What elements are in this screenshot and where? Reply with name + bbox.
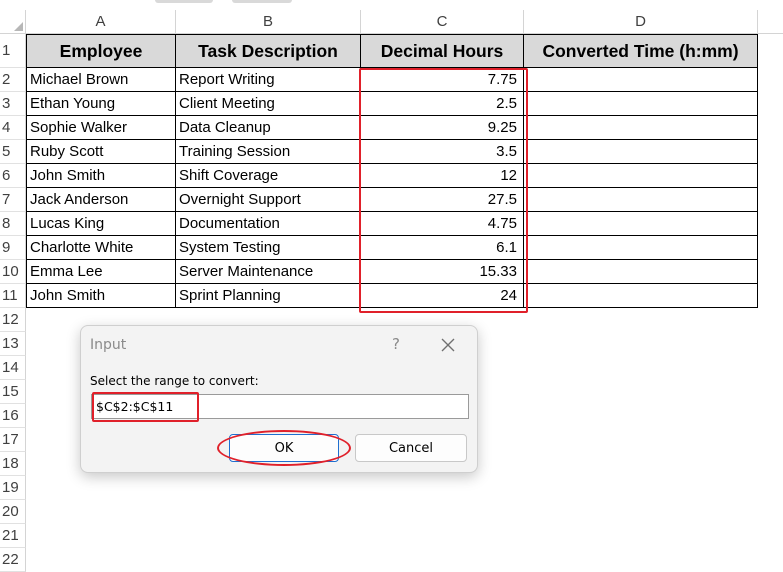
- row-header[interactable]: 1: [0, 34, 26, 68]
- employee-cell[interactable]: Charlotte White: [26, 236, 176, 260]
- task-cell[interactable]: Shift Coverage: [176, 164, 361, 188]
- row-header[interactable]: 13: [0, 332, 26, 356]
- row-header[interactable]: 15: [0, 380, 26, 404]
- column-header-e[interactable]: [758, 10, 783, 34]
- row-header[interactable]: 17: [0, 428, 26, 452]
- row-header[interactable]: 21: [0, 524, 26, 548]
- converted-time-cell[interactable]: [524, 188, 758, 212]
- dialog-title: Input: [90, 337, 127, 353]
- column-header-a[interactable]: A: [26, 10, 176, 34]
- employee-cell[interactable]: Jack Anderson: [26, 188, 176, 212]
- close-icon[interactable]: [437, 334, 459, 356]
- input-dialog: Input ? Select the range to convert: OK …: [80, 325, 478, 473]
- employee-cell[interactable]: Ruby Scott: [26, 140, 176, 164]
- row-header[interactable]: 5: [0, 140, 26, 164]
- employee-cell[interactable]: John Smith: [26, 284, 176, 308]
- range-highlight: [359, 68, 528, 313]
- row-header[interactable]: 18: [0, 452, 26, 476]
- converted-time-cell[interactable]: [524, 116, 758, 140]
- row-header[interactable]: 10: [0, 260, 26, 284]
- header-task-description[interactable]: Task Description: [176, 34, 361, 68]
- employee-cell[interactable]: Emma Lee: [26, 260, 176, 284]
- row-header[interactable]: 14: [0, 356, 26, 380]
- employee-cell[interactable]: Sophie Walker: [26, 116, 176, 140]
- converted-time-cell[interactable]: [524, 140, 758, 164]
- converted-time-cell[interactable]: [524, 236, 758, 260]
- row-header[interactable]: 19: [0, 476, 26, 500]
- employee-cell[interactable]: Michael Brown: [26, 68, 176, 92]
- row-header[interactable]: 6: [0, 164, 26, 188]
- header-converted-time[interactable]: Converted Time (h:mm): [524, 34, 758, 68]
- row-header[interactable]: 8: [0, 212, 26, 236]
- cancel-button[interactable]: Cancel: [355, 434, 467, 462]
- header-decimal-hours[interactable]: Decimal Hours: [361, 34, 524, 68]
- row-header[interactable]: 7: [0, 188, 26, 212]
- converted-time-cell[interactable]: [524, 212, 758, 236]
- row-header[interactable]: 11: [0, 284, 26, 308]
- row-header[interactable]: 16: [0, 404, 26, 428]
- task-cell[interactable]: Sprint Planning: [176, 284, 361, 308]
- row-header[interactable]: 22: [0, 548, 26, 572]
- converted-time-cell[interactable]: [524, 164, 758, 188]
- row-header[interactable]: 4: [0, 116, 26, 140]
- employee-cell[interactable]: Ethan Young: [26, 92, 176, 116]
- sheet-tab-edge: [155, 0, 213, 3]
- task-cell[interactable]: Report Writing: [176, 68, 361, 92]
- task-cell[interactable]: Overnight Support: [176, 188, 361, 212]
- task-cell[interactable]: System Testing: [176, 236, 361, 260]
- row-header[interactable]: 9: [0, 236, 26, 260]
- row-header[interactable]: 3: [0, 92, 26, 116]
- column-header-d[interactable]: D: [524, 10, 758, 34]
- converted-time-cell[interactable]: [524, 284, 758, 308]
- column-header-c[interactable]: C: [361, 10, 524, 34]
- header-employee[interactable]: Employee: [26, 34, 176, 68]
- row-header[interactable]: 12: [0, 308, 26, 332]
- column-header-b[interactable]: B: [176, 10, 361, 34]
- task-cell[interactable]: Training Session: [176, 140, 361, 164]
- help-icon[interactable]: ?: [386, 334, 406, 354]
- employee-cell[interactable]: John Smith: [26, 164, 176, 188]
- range-prompt-label: Select the range to convert:: [90, 374, 259, 388]
- converted-time-cell[interactable]: [524, 92, 758, 116]
- range-input[interactable]: [91, 394, 469, 419]
- task-cell[interactable]: Server Maintenance: [176, 260, 361, 284]
- ok-button[interactable]: OK: [229, 434, 339, 462]
- converted-time-cell[interactable]: [524, 260, 758, 284]
- sheet-tab-edge: [232, 0, 292, 3]
- task-cell[interactable]: Documentation: [176, 212, 361, 236]
- ribbon-edge: [0, 0, 783, 10]
- task-cell[interactable]: Data Cleanup: [176, 116, 361, 140]
- employee-cell[interactable]: Lucas King: [26, 212, 176, 236]
- row-header[interactable]: 20: [0, 500, 26, 524]
- task-cell[interactable]: Client Meeting: [176, 92, 361, 116]
- select-all-corner[interactable]: [0, 10, 26, 34]
- converted-time-cell[interactable]: [524, 68, 758, 92]
- row-header[interactable]: 2: [0, 68, 26, 92]
